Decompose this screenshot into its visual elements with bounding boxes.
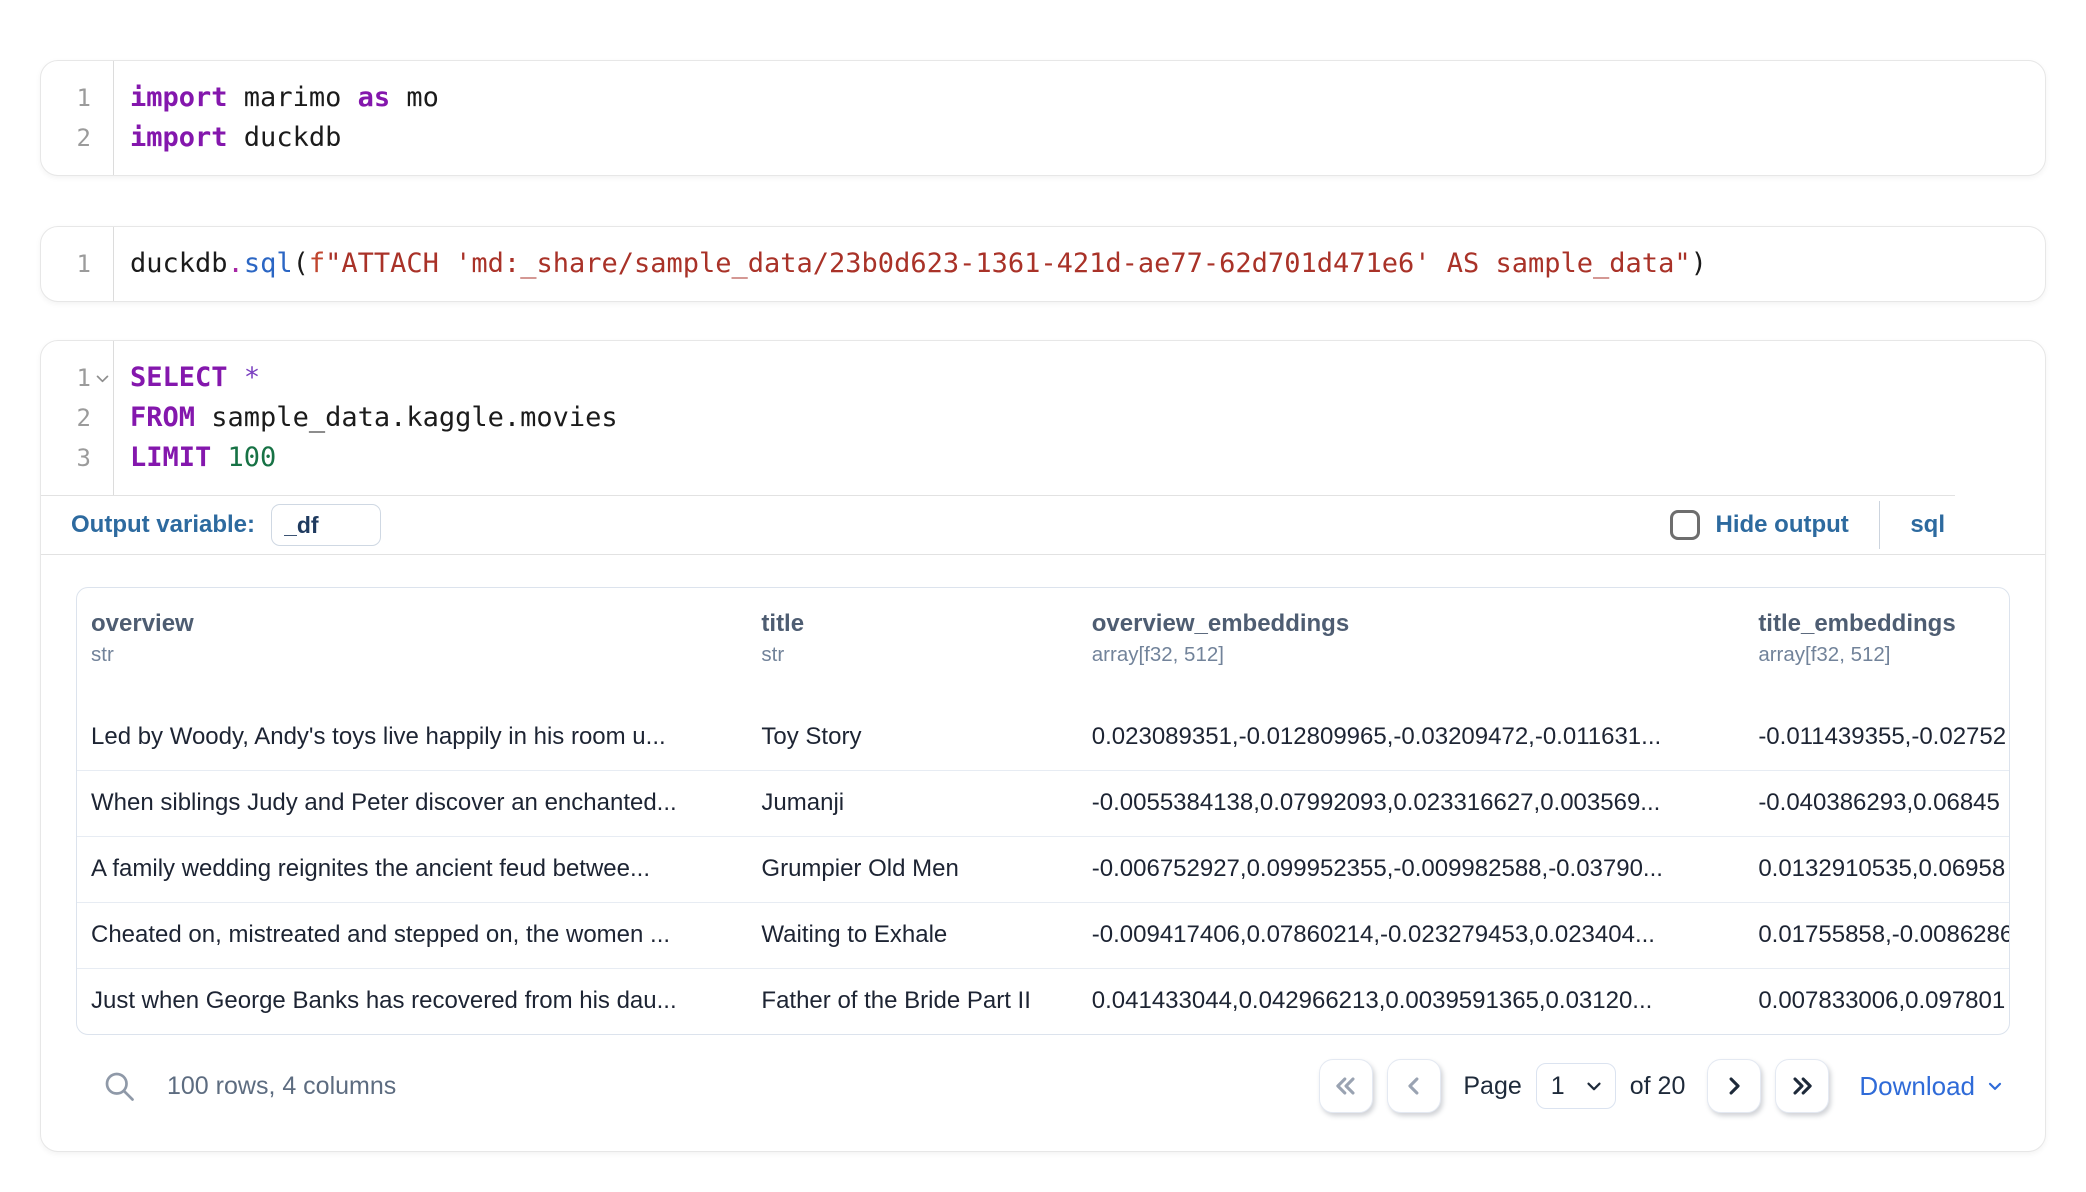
previous-page-button[interactable] [1387, 1059, 1441, 1113]
table-cell: Led by Woody, Andy's toys live happily i… [77, 704, 747, 770]
dataframe-table: overviewstrtitlestroverview_embeddingsar… [76, 587, 2010, 1035]
code-editor[interactable]: duckdb.sql(f"ATTACH 'md:_share/sample_da… [114, 227, 2045, 301]
column-name: overview_embeddings [1092, 608, 1737, 640]
table-cell: Grumpier Old Men [747, 836, 1077, 902]
table-summary: 100 rows, 4 columns [167, 1072, 396, 1101]
fold-toggle[interactable] [91, 358, 113, 398]
table-cell: Cheated on, mistreated and stepped on, t… [77, 902, 747, 968]
table-cell: 0.023089351,-0.012809965,-0.03209472,-0.… [1078, 704, 1745, 770]
output-variable-input[interactable] [271, 504, 381, 546]
table-cell: -0.040386293,0.06845 [1744, 770, 2009, 836]
line-number: 2 [41, 398, 91, 438]
language-label[interactable]: sql [1910, 511, 1945, 539]
table-cell: Father of the Bride Part II [747, 968, 1077, 1034]
table-cell: 0.041433044,0.042966213,0.0039591365,0.0… [1078, 968, 1745, 1034]
column-type: str [91, 640, 739, 670]
table-cell: 0.0132910535,0.06958 [1744, 836, 2009, 902]
table-cell: -0.011439355,-0.02752 [1744, 704, 2009, 770]
table-cell: Toy Story [747, 704, 1077, 770]
page-select-value: 1 [1551, 1072, 1583, 1101]
table-cell: 0.007833006,0.097801 [1744, 968, 2009, 1034]
line-number-gutter: 123 [41, 341, 114, 495]
line-number: 1 [41, 78, 91, 118]
pagination: Page 1 of 20 Download [1319, 1059, 2005, 1113]
column-name: title_embeddings [1758, 608, 2001, 640]
table-cell: Just when George Banks has recovered fro… [77, 968, 747, 1034]
column-type: str [761, 640, 1069, 670]
table-cell: -0.0055384138,0.07992093,0.023316627,0.0… [1078, 770, 1745, 836]
code-line[interactable]: import duckdb [130, 118, 2045, 158]
column-header[interactable]: titlestr [747, 588, 1077, 704]
code-editor[interactable]: SELECT *FROM sample_data.kaggle.moviesLI… [114, 341, 1955, 495]
column-header[interactable]: overviewstr [77, 588, 747, 704]
line-number: 3 [41, 438, 91, 478]
column-header[interactable]: title_embeddingsarray[f32, 512] [1744, 588, 2009, 704]
search-icon[interactable] [101, 1068, 137, 1104]
code-editor[interactable]: import marimo as moimport duckdb [114, 61, 2045, 175]
column-header[interactable]: overview_embeddingsarray[f32, 512] [1078, 588, 1745, 704]
next-page-button[interactable] [1707, 1059, 1761, 1113]
download-label: Download [1859, 1071, 1975, 1102]
first-page-button[interactable] [1319, 1059, 1373, 1113]
line-number: 2 [41, 118, 91, 158]
table-footer: 100 rows, 4 columns Page 1 of 20 [76, 1035, 2010, 1151]
output-variable-label: Output variable: [71, 511, 255, 539]
marimo-notebook: 12 import marimo as moimport duckdb 1 du… [0, 0, 2086, 1192]
hide-output-label[interactable]: Hide output [1716, 511, 1849, 539]
table-cell: A family wedding reignites the ancient f… [77, 836, 747, 902]
last-page-button[interactable] [1775, 1059, 1829, 1113]
code-line[interactable]: SELECT * [130, 358, 1955, 398]
fold-chevron-icon [94, 370, 111, 387]
line-number-gutter: 1 [41, 227, 114, 301]
table-header-row: overviewstrtitlestroverview_embeddingsar… [77, 588, 2009, 704]
line-number-gutter: 12 [41, 61, 114, 175]
table-row[interactable]: Led by Woody, Andy's toys live happily i… [77, 704, 2009, 770]
download-button[interactable]: Download [1859, 1071, 2005, 1102]
column-name: title [761, 608, 1069, 640]
code-line[interactable]: import marimo as mo [130, 78, 2045, 118]
table-row[interactable]: A family wedding reignites the ancient f… [77, 836, 2009, 902]
code-cell-sql-query: 123 SELECT *FROM sample_data.kaggle.movi… [40, 340, 2046, 1152]
table-row[interactable]: Cheated on, mistreated and stepped on, t… [77, 902, 2009, 968]
table-row[interactable]: When siblings Judy and Peter discover an… [77, 770, 2009, 836]
column-name: overview [91, 608, 739, 640]
code-cell-imports: 12 import marimo as moimport duckdb [40, 60, 2046, 176]
table-cell: When siblings Judy and Peter discover an… [77, 770, 747, 836]
page-label: Page [1463, 1072, 1521, 1101]
table-cell: Waiting to Exhale [747, 902, 1077, 968]
hide-output-checkbox[interactable] [1670, 510, 1700, 540]
column-type: array[f32, 512] [1092, 640, 1737, 670]
table-body: Led by Woody, Andy's toys live happily i… [77, 704, 2009, 1034]
cell-output: overviewstrtitlestroverview_embeddingsar… [41, 554, 2045, 1151]
code-line[interactable]: duckdb.sql(f"ATTACH 'md:_share/sample_da… [130, 244, 2045, 284]
page-count-label: of 20 [1630, 1072, 1686, 1101]
code-line[interactable]: FROM sample_data.kaggle.movies [130, 398, 1955, 438]
table-cell: 0.01755858,-0.0086286 [1744, 902, 2009, 968]
line-number: 1 [41, 358, 91, 398]
chevron-down-icon [1985, 1076, 2005, 1096]
code-line[interactable]: LIMIT 100 [130, 438, 1955, 478]
table-cell: -0.006752927,0.099952355,-0.009982588,-0… [1078, 836, 1745, 902]
sql-cell-toolbar: Output variable: Hide output sql [41, 496, 2045, 554]
line-number: 1 [41, 244, 91, 284]
chevron-down-icon [1583, 1075, 1605, 1097]
table-cell: -0.009417406,0.07860214,-0.023279453,0.0… [1078, 902, 1745, 968]
table-row[interactable]: Just when George Banks has recovered fro… [77, 968, 2009, 1034]
column-type: array[f32, 512] [1758, 640, 2001, 670]
table-cell: Jumanji [747, 770, 1077, 836]
code-cell-attach: 1 duckdb.sql(f"ATTACH 'md:_share/sample_… [40, 226, 2046, 302]
page-select[interactable]: 1 [1536, 1063, 1616, 1109]
divider [1879, 501, 1881, 549]
